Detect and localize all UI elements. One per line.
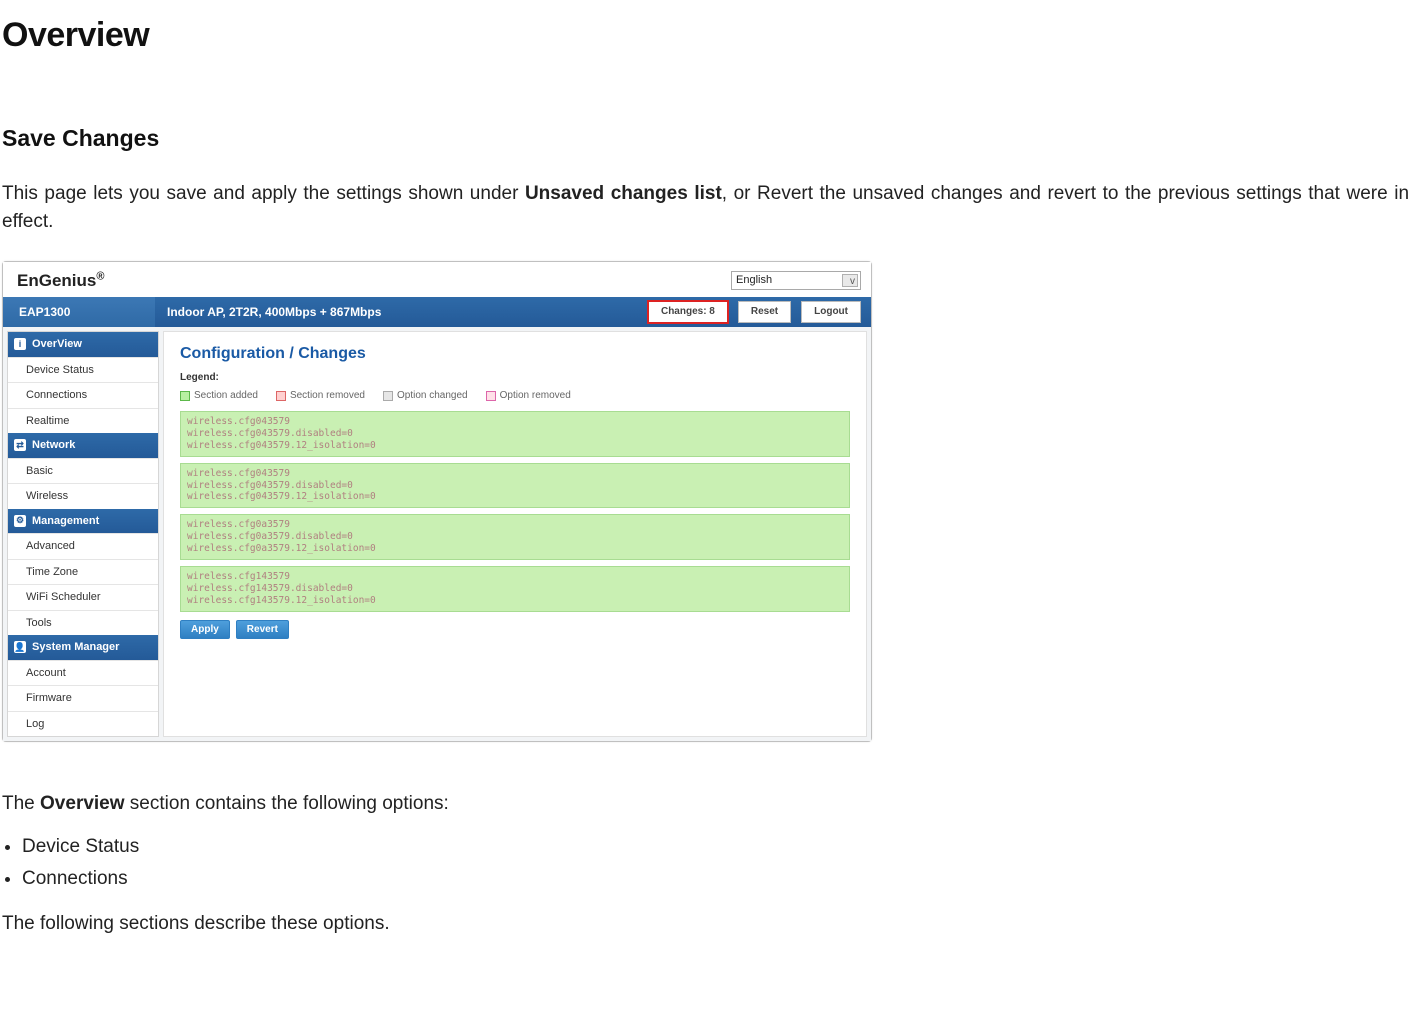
content-area: Configuration / Changes Legend: Section … (163, 331, 867, 737)
reset-button[interactable]: Reset (738, 301, 791, 323)
legend-option-removed: Option removed (486, 388, 571, 403)
nav-item-advanced[interactable]: Advanced (8, 533, 158, 559)
change-block-1: wireless.cfg043579 wireless.cfg043579.di… (180, 411, 850, 457)
below-bold: Overview (40, 793, 125, 814)
legend-optremoved-text: Option removed (500, 388, 571, 403)
intro-paragraph: This page lets you save and apply the se… (2, 180, 1409, 237)
nav-item-wifi-scheduler[interactable]: WiFi Scheduler (8, 584, 158, 610)
model-description: Indoor AP, 2T2R, 400Mbps + 867Mbps (155, 303, 648, 321)
nav-item-account[interactable]: Account (8, 660, 158, 686)
changes-button[interactable]: Changes: 8 (648, 301, 728, 323)
screenshot-bluebar: EAP1300 Indoor AP, 2T2R, 400Mbps + 867Mb… (3, 297, 871, 327)
swatch-green (180, 391, 190, 401)
bullet-connections: Connections (22, 863, 1409, 896)
intro-pre: This page lets you save and apply the se… (2, 183, 525, 204)
nav-system-header[interactable]: 👤 System Manager (8, 635, 158, 660)
options-bullet-list: Device Status Connections (2, 831, 1409, 896)
legend-option-changed: Option changed (383, 388, 468, 403)
config-screenshot: EnGenius® English EAP1300 Indoor AP, 2T2… (2, 261, 872, 743)
nav-item-wireless[interactable]: Wireless (8, 483, 158, 509)
below-pre: The (2, 793, 40, 814)
brand-registered: ® (96, 270, 104, 282)
legend-added-text: Section added (194, 388, 258, 403)
legend-section-added: Section added (180, 388, 258, 403)
below-post: section contains the following options: (125, 793, 449, 814)
brand-text: EnGenius (17, 271, 96, 290)
closing-paragraph: The following sections describe these op… (2, 910, 1409, 939)
nav-item-basic[interactable]: Basic (8, 458, 158, 484)
legend-optchanged-text: Option changed (397, 388, 468, 403)
nav-item-device-status[interactable]: Device Status (8, 357, 158, 383)
intro-bold: Unsaved changes list (525, 183, 722, 204)
nav-sidebar: i OverView Device Status Connections Real… (7, 331, 159, 737)
nav-network-header[interactable]: ⇄ Network (8, 433, 158, 458)
screenshot-topbar: EnGenius® English (3, 262, 871, 298)
bullet-device-status: Device Status (22, 831, 1409, 864)
logout-button[interactable]: Logout (801, 301, 861, 323)
language-select[interactable]: English (731, 271, 861, 290)
change-block-3: wireless.cfg0a3579 wireless.cfg0a3579.di… (180, 514, 850, 560)
revert-button[interactable]: Revert (236, 620, 289, 639)
nav-item-realtime[interactable]: Realtime (8, 408, 158, 434)
nav-item-connections[interactable]: Connections (8, 382, 158, 408)
legend-removed-text: Section removed (290, 388, 365, 403)
legend-label: Legend: (180, 370, 850, 385)
swatch-grey (383, 391, 393, 401)
page-title: Overview (2, 10, 1409, 61)
save-changes-heading: Save Changes (2, 121, 1409, 156)
below-paragraph: The Overview section contains the follow… (2, 790, 1409, 819)
user-icon: 👤 (14, 641, 26, 653)
change-block-2: wireless.cfg043579 wireless.cfg043579.di… (180, 463, 850, 509)
legend-row: Section added Section removed Option cha… (180, 388, 850, 403)
nav-overview-header[interactable]: i OverView (8, 332, 158, 357)
screenshot-body: i OverView Device Status Connections Real… (3, 327, 871, 741)
swatch-pink (486, 391, 496, 401)
nav-item-log[interactable]: Log (8, 711, 158, 737)
swatch-red (276, 391, 286, 401)
brand-logo: EnGenius® (17, 268, 104, 294)
nav-overview-label: OverView (32, 336, 82, 353)
share-icon: ⇄ (14, 439, 26, 451)
apply-button[interactable]: Apply (180, 620, 230, 639)
nav-management-header[interactable]: ⚙ Management (8, 509, 158, 534)
model-label: EAP1300 (3, 297, 155, 327)
nav-item-timezone[interactable]: Time Zone (8, 559, 158, 585)
nav-management-label: Management (32, 513, 99, 530)
nav-item-tools[interactable]: Tools (8, 610, 158, 636)
gear-icon: ⚙ (14, 515, 26, 527)
apply-row: Apply Revert (180, 620, 850, 639)
nav-system-label: System Manager (32, 639, 119, 656)
configuration-title: Configuration / Changes (180, 342, 850, 366)
nav-network-label: Network (32, 437, 75, 454)
info-icon: i (14, 338, 26, 350)
change-block-4: wireless.cfg143579 wireless.cfg143579.di… (180, 566, 850, 612)
legend-section-removed: Section removed (276, 388, 365, 403)
nav-item-firmware[interactable]: Firmware (8, 685, 158, 711)
